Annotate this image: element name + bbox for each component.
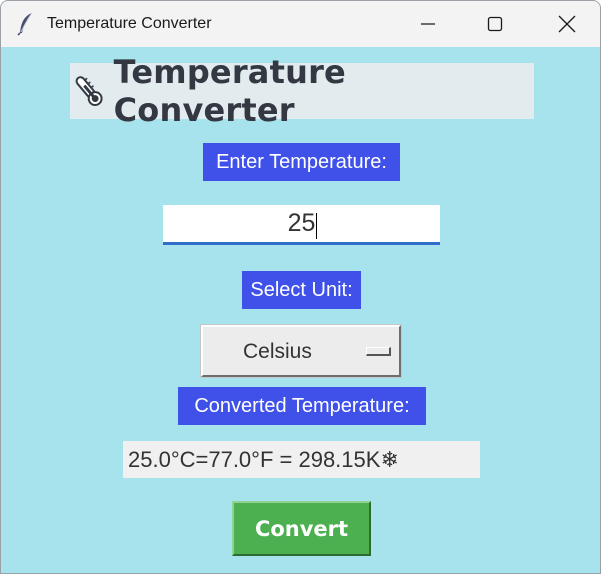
app-window: Temperature Converter Temperature Conver… — [0, 0, 601, 574]
select-unit-label: Select Unit: — [242, 271, 361, 309]
window-title: Temperature Converter — [47, 15, 212, 32]
heading: Temperature Converter — [70, 53, 534, 129]
close-button[interactable] — [534, 1, 600, 47]
client-area: Temperature Converter Enter Temperature:… — [1, 47, 600, 573]
temperature-input[interactable] — [163, 205, 440, 245]
enter-temperature-label: Enter Temperature: — [203, 143, 400, 181]
dropdown-indicator-icon — [366, 347, 391, 356]
unit-dropdown[interactable]: Celsius — [200, 324, 402, 378]
title-bar[interactable]: Temperature Converter — [1, 1, 600, 47]
page-title: Temperature Converter — [113, 53, 346, 129]
minimize-button[interactable] — [395, 1, 461, 47]
converted-temperature-label: Converted Temperature: — [178, 387, 426, 425]
result-text: 25.0°C=77.0°F = 298.15K❄ — [128, 446, 399, 472]
convert-button[interactable]: Convert — [232, 501, 371, 556]
maximize-icon — [487, 16, 503, 32]
text-caret — [316, 213, 317, 239]
thermometer-icon — [75, 76, 103, 106]
result-display: 25.0°C=77.0°F = 298.15K❄ — [123, 441, 480, 478]
feather-icon — [17, 12, 33, 36]
close-icon — [558, 15, 576, 33]
unit-selected-value: Celsius — [243, 340, 312, 363]
maximize-button[interactable] — [462, 1, 528, 47]
minimize-icon — [421, 23, 435, 25]
